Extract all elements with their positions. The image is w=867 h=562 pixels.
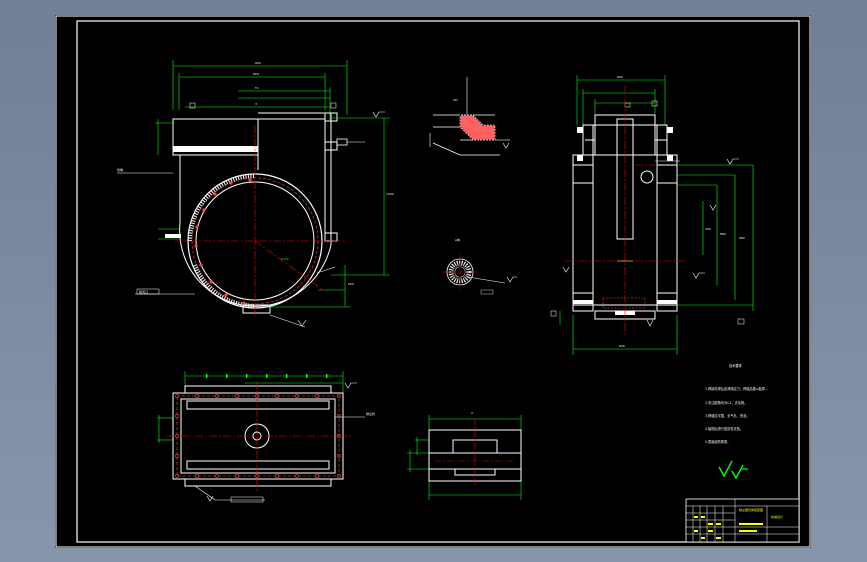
base-detail-view: A — [407, 411, 522, 500]
dim-label: T1 — [254, 86, 259, 90]
datum-box — [737, 318, 745, 325]
dim-label: 880 — [720, 232, 726, 236]
dim-label: 600 — [617, 75, 623, 79]
side-hidden-lines — [602, 297, 646, 309]
plan-view: 排尘管 — [157, 371, 375, 503]
surface-roughness-symbol — [372, 111, 385, 118]
dim-label: 820 — [253, 72, 259, 76]
dim-label: 500 — [348, 282, 354, 286]
dim-label: 900 — [255, 61, 261, 65]
tech-note-5: 5.表面涂防锈漆。 — [705, 439, 730, 444]
side-nozzle — [336, 138, 348, 146]
surface-roughness-symbol — [506, 276, 517, 283]
dim-label: R350 — [281, 257, 289, 261]
drawing-sheet: 900 820 T1 3 R350 500 1200 喷嘴 吸风口 45° A向… — [55, 15, 811, 548]
cad-drawing: 900 820 T1 3 R350 500 1200 喷嘴 吸风口 45° A向… — [55, 15, 811, 548]
title-block: 除尘器壳体装配图 机械设计 — [685, 498, 800, 543]
leader-line — [269, 314, 306, 328]
tech-note-4: 4.装配后进行密封性试验。 — [705, 426, 743, 431]
detail-section-view: 45° — [429, 77, 510, 156]
surface-roughness-symbol — [692, 272, 705, 279]
datum-box — [651, 100, 658, 107]
callout-box — [480, 289, 494, 295]
dim-label: 840 — [619, 344, 625, 348]
tech-note-3: 3.焊缝应平整，无气孔、夹渣。 — [705, 413, 749, 418]
callout-label: 吸风口 — [139, 290, 148, 294]
sheet-border-outer — [55, 15, 811, 548]
tech-requirements-title: 技术要求 — [729, 363, 743, 368]
dim-label: 3 — [255, 102, 257, 106]
surface-finish-mark-icon — [731, 464, 744, 480]
title-block-sheet — [739, 530, 757, 532]
surface-roughness-symbol — [726, 158, 739, 165]
surface-roughness-symbol — [344, 382, 357, 389]
callout-label: 喷嘴 — [117, 167, 123, 172]
dim-label: A — [471, 411, 474, 415]
dim-label: 980 — [739, 236, 745, 240]
housing-curve-right — [269, 244, 332, 306]
company-name: 机械设计 — [771, 514, 783, 519]
inlet-pipe — [165, 234, 181, 238]
dim-label: A向 — [455, 237, 460, 242]
side-view: 600 980 880 700 840 — [550, 75, 754, 355]
base-detail-dimensions — [407, 415, 522, 500]
technical-requirements: 技术要求 1.焊接件焊后应消除应力，焊缝高度≥板厚… 2.未注倒角均为C1，去毛… — [705, 363, 768, 480]
leader-line — [467, 276, 506, 284]
title-block-scale — [739, 523, 763, 525]
surface-roughness-symbol — [502, 142, 510, 149]
dim-label: 1200 — [386, 192, 394, 196]
front-view-top-dimensions — [172, 60, 348, 120]
drawing-name: 除尘器壳体装配图 — [739, 507, 763, 512]
tech-note-1: 1.焊接件焊后应消除应力，焊缝高度≥板厚… — [705, 386, 768, 391]
surface-roughness-symbol — [709, 204, 717, 211]
flange-hatch — [188, 174, 256, 242]
dim-label: 700 — [705, 227, 711, 231]
side-view-port — [640, 170, 654, 184]
datum-box — [330, 102, 337, 109]
nozzle-detail-view: A向 — [443, 237, 517, 295]
datum-box — [550, 310, 557, 317]
weld-symbol-box — [230, 496, 264, 503]
surface-roughness-symbol — [562, 266, 570, 273]
plan-centerlines — [167, 381, 351, 491]
surface-roughness-symbol — [646, 319, 654, 327]
datum-box — [624, 102, 631, 108]
front-view: 900 820 T1 3 R350 500 1200 喷嘴 吸风口 — [117, 60, 394, 328]
dim-label: 45° — [453, 98, 459, 102]
leader-line — [316, 266, 336, 274]
tech-note-2: 2.未注倒角均为C1，去毛刺。 — [705, 400, 747, 405]
sheet-border-inner — [76, 20, 800, 543]
surface-finish-mark-icon — [718, 460, 733, 478]
plan-view-top-dimensions — [157, 371, 344, 443]
side-view-top-dimensions — [576, 75, 666, 125]
callout-label: 排尘管 — [366, 411, 375, 416]
front-centerlines — [175, 125, 345, 315]
